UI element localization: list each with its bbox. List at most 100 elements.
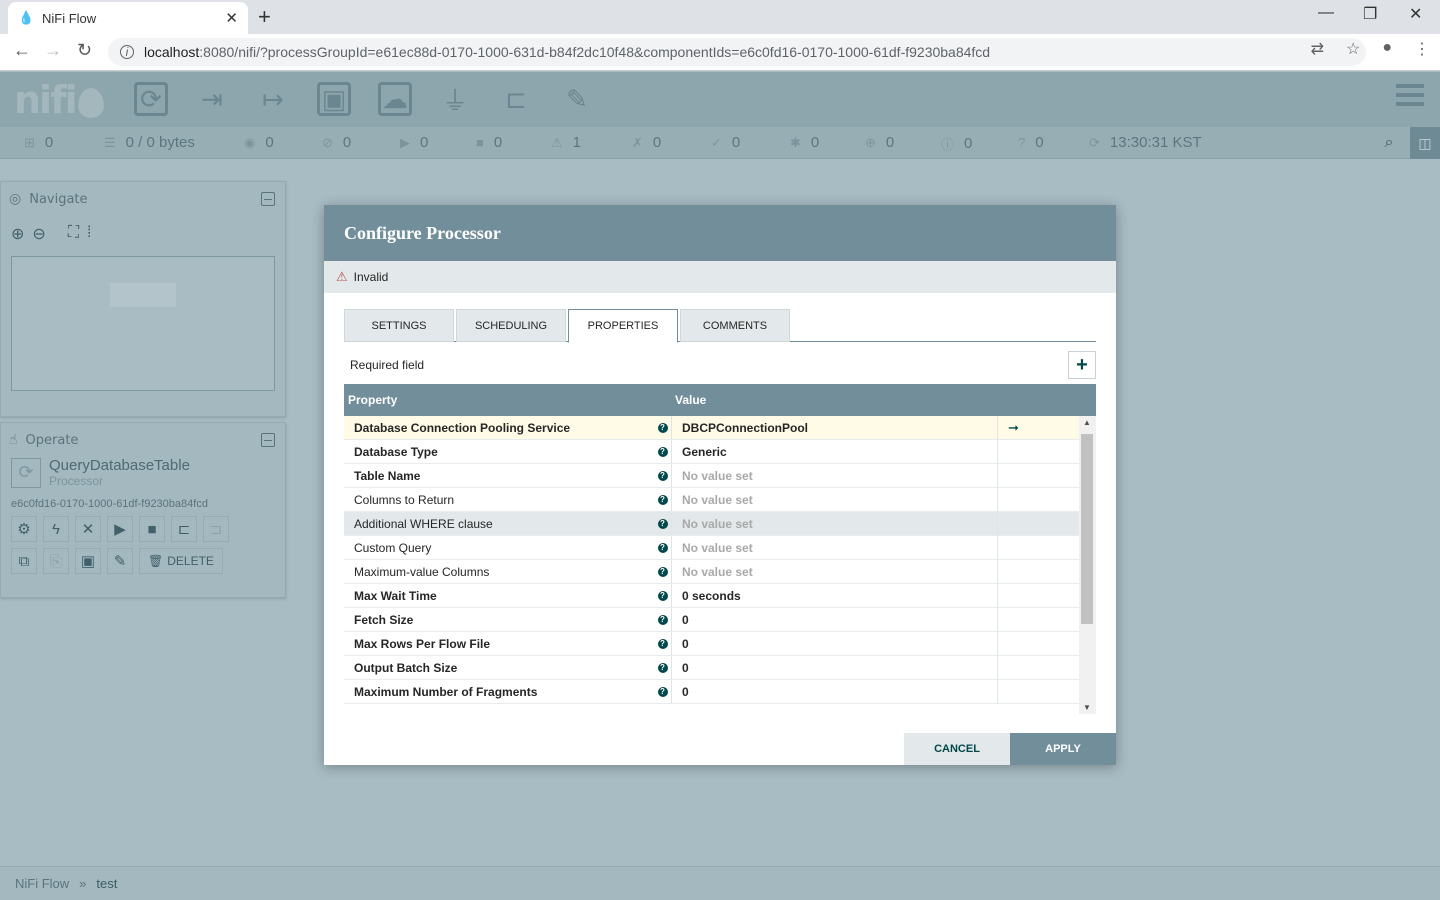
input-port-tool-icon[interactable]: ⇥ bbox=[195, 82, 229, 116]
funnel-tool-icon[interactable]: ⏚ bbox=[438, 82, 472, 116]
color-brush-icon[interactable]: ✎ bbox=[107, 548, 133, 574]
property-value[interactable]: No value set bbox=[671, 463, 997, 488]
navigate-panel-header[interactable]: ◎ Navigate bbox=[1, 182, 285, 216]
enable-icon[interactable]: ϟ bbox=[43, 516, 69, 542]
table-row[interactable]: Database Connection Pooling Service ? DB… bbox=[344, 415, 1079, 440]
profile-icon[interactable]: ● bbox=[1382, 39, 1392, 59]
site-info-icon[interactable]: i bbox=[120, 45, 134, 59]
bulletin-board-icon[interactable]: ◫ bbox=[1410, 127, 1440, 159]
create-template-icon[interactable]: ⊏ bbox=[171, 516, 197, 542]
copy-icon[interactable]: ⧉ bbox=[11, 548, 37, 574]
scroll-up-icon[interactable]: ▲ bbox=[1083, 418, 1091, 427]
warning-icon[interactable]: ⚠ bbox=[336, 269, 348, 285]
remote-process-group-tool-icon[interactable]: ☁ bbox=[378, 82, 412, 116]
close-tab-icon[interactable]: ✕ bbox=[225, 9, 238, 27]
tab-comments[interactable]: COMMENTS bbox=[680, 309, 790, 342]
property-value[interactable]: 0 bbox=[671, 607, 997, 632]
reload-icon[interactable]: ↻ bbox=[77, 40, 92, 61]
property-value[interactable]: Generic bbox=[671, 439, 997, 464]
property-value[interactable]: 0 bbox=[671, 679, 997, 704]
help-icon[interactable]: ? bbox=[654, 614, 671, 625]
column-header-property[interactable]: Property bbox=[344, 393, 671, 407]
help-icon[interactable]: ? bbox=[654, 470, 671, 481]
tab-properties[interactable]: PROPERTIES bbox=[568, 309, 678, 343]
add-property-button[interactable]: + bbox=[1068, 351, 1096, 379]
property-value[interactable]: 0 bbox=[671, 631, 997, 656]
search-icon[interactable]: ⌕ bbox=[1372, 127, 1406, 159]
refresh-icon[interactable]: ⟳ bbox=[1089, 135, 1100, 151]
help-icon[interactable]: ? bbox=[654, 446, 671, 457]
operate-panel-header[interactable]: ☝ Operate bbox=[1, 423, 285, 457]
browser-menu-icon[interactable]: ⋮ bbox=[1414, 39, 1430, 59]
help-icon[interactable]: ? bbox=[654, 662, 671, 673]
table-row[interactable]: Database Type ? Generic bbox=[344, 439, 1079, 464]
help-icon[interactable]: ? bbox=[654, 542, 671, 553]
browser-tab[interactable]: 💧 NiFi Flow ✕ bbox=[8, 2, 248, 34]
forward-icon[interactable]: → bbox=[44, 40, 62, 61]
breadcrumb-root[interactable]: NiFi Flow bbox=[15, 876, 69, 891]
url-field[interactable]: i localhost:8080/nifi/?processGroupId=e6… bbox=[108, 38, 1366, 66]
help-icon[interactable]: ? bbox=[654, 518, 671, 529]
new-tab-icon[interactable]: + bbox=[258, 4, 271, 30]
start-icon[interactable]: ▶ bbox=[107, 516, 133, 542]
template-tool-icon[interactable]: ⊏ bbox=[499, 82, 533, 116]
property-value[interactable]: 0 seconds bbox=[671, 583, 997, 608]
table-row[interactable]: Additional WHERE clause ? No value set bbox=[344, 511, 1079, 536]
property-value[interactable]: 0 bbox=[671, 655, 997, 680]
cancel-button[interactable]: CANCEL bbox=[904, 733, 1010, 765]
tab-scheduling[interactable]: SCHEDULING bbox=[456, 309, 566, 342]
delete-button[interactable]: 🗑 DELETE bbox=[139, 548, 223, 574]
table-row[interactable]: Fetch Size ? 0 bbox=[344, 607, 1079, 632]
table-row[interactable]: Output Batch Size ? 0 bbox=[344, 655, 1079, 680]
paste-icon[interactable]: ⎘ bbox=[43, 548, 69, 574]
window-close-icon[interactable]: ✕ bbox=[1409, 4, 1422, 24]
stop-icon[interactable]: ■ bbox=[139, 516, 165, 542]
table-row[interactable]: Max Rows Per Flow File ? 0 bbox=[344, 631, 1079, 656]
operate-collapse-icon[interactable] bbox=[261, 433, 275, 447]
process-group-tool-icon[interactable]: ▣ bbox=[317, 82, 351, 116]
processor-tool-icon[interactable]: ⟳ bbox=[134, 82, 168, 116]
group-icon[interactable]: ▣ bbox=[75, 548, 101, 574]
table-row[interactable]: Columns to Return ? No value set bbox=[344, 487, 1079, 512]
help-icon[interactable]: ? bbox=[654, 422, 671, 433]
translate-icon[interactable]: ⇄ bbox=[1311, 39, 1324, 59]
zoom-in-icon[interactable]: ⊕ bbox=[11, 224, 24, 244]
help-icon[interactable]: ? bbox=[654, 494, 671, 505]
disable-icon[interactable]: ✕ bbox=[75, 516, 101, 542]
properties-scrollbar[interactable]: ▲ ▼ bbox=[1079, 416, 1096, 714]
zoom-out-icon[interactable]: ⊖ bbox=[32, 224, 45, 244]
property-value[interactable]: No value set bbox=[671, 511, 997, 536]
help-icon[interactable]: ? bbox=[654, 566, 671, 577]
property-value[interactable]: No value set bbox=[671, 559, 997, 584]
restore-icon[interactable]: ❐ bbox=[1363, 4, 1377, 24]
fit-screen-icon[interactable]: ⛶ bbox=[68, 224, 79, 244]
scroll-down-icon[interactable]: ▼ bbox=[1083, 703, 1091, 712]
property-value[interactable]: No value set bbox=[671, 487, 997, 512]
global-menu-icon[interactable] bbox=[1396, 84, 1424, 112]
birdseye-viewport[interactable] bbox=[110, 283, 176, 307]
tab-settings[interactable]: SETTINGS bbox=[344, 309, 454, 342]
minimize-icon[interactable]: — bbox=[1318, 4, 1334, 22]
actual-size-icon[interactable]: ⁞ bbox=[87, 224, 91, 244]
help-icon[interactable]: ? bbox=[654, 638, 671, 649]
output-port-tool-icon[interactable]: ↦ bbox=[256, 82, 290, 116]
table-row[interactable]: Custom Query ? No value set bbox=[344, 535, 1079, 560]
column-header-value[interactable]: Value bbox=[671, 393, 706, 407]
configure-gear-icon[interactable]: ⚙ bbox=[11, 516, 37, 542]
help-icon[interactable]: ? bbox=[654, 686, 671, 697]
help-icon[interactable]: ? bbox=[654, 590, 671, 601]
birdseye-view[interactable] bbox=[11, 256, 275, 391]
table-row[interactable]: Maximum-value Columns ? No value set bbox=[344, 559, 1079, 584]
label-tool-icon[interactable]: ✎ bbox=[560, 82, 594, 116]
scrollbar-thumb[interactable] bbox=[1081, 434, 1093, 624]
go-to-service-arrow-icon[interactable]: ➞ bbox=[997, 415, 1079, 440]
apply-button[interactable]: APPLY bbox=[1010, 733, 1116, 765]
property-value[interactable]: DBCPConnectionPool bbox=[671, 415, 997, 440]
upload-template-icon[interactable]: ⊐ bbox=[203, 516, 229, 542]
table-row[interactable]: Table Name ? No value set bbox=[344, 463, 1079, 488]
back-icon[interactable]: ← bbox=[13, 40, 31, 61]
property-value[interactable]: No value set bbox=[671, 535, 997, 560]
table-row[interactable]: Max Wait Time ? 0 seconds bbox=[344, 583, 1079, 608]
navigate-collapse-icon[interactable] bbox=[261, 192, 275, 206]
table-row[interactable]: Maximum Number of Fragments ? 0 bbox=[344, 679, 1079, 704]
